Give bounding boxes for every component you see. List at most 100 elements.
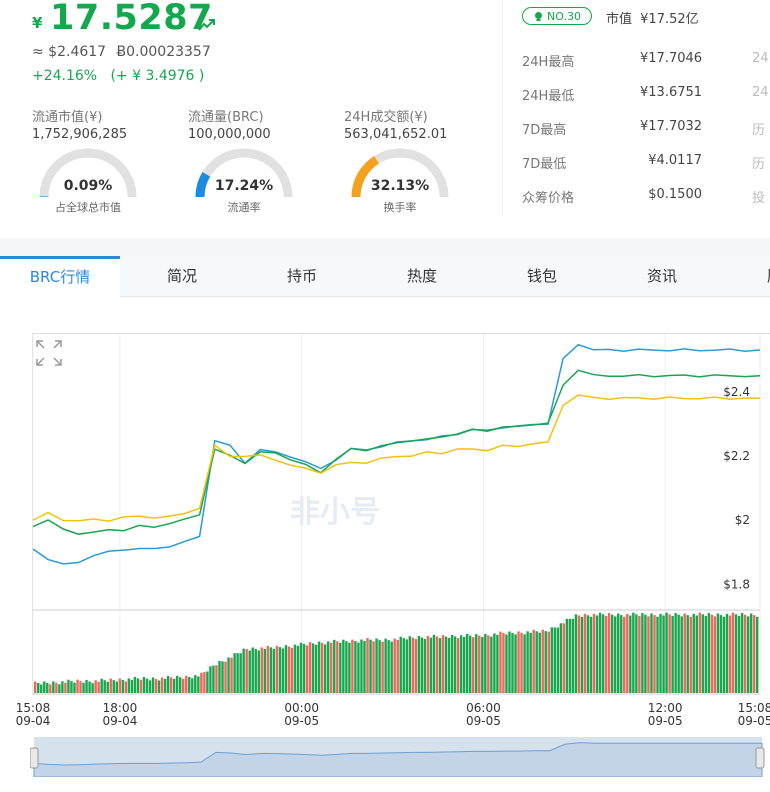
volume-bar	[677, 614, 680, 693]
volume-bar	[562, 623, 566, 693]
volume-bar	[263, 648, 267, 693]
volume-bar	[218, 661, 221, 693]
volume-bar	[67, 679, 70, 693]
volume-bar	[514, 634, 517, 693]
volume-bar	[695, 615, 698, 693]
volume-bar	[302, 644, 306, 693]
volume-bar	[647, 616, 650, 693]
expand-arrows-icon[interactable]	[36, 340, 62, 366]
volume-bar	[417, 636, 421, 693]
volume-bar	[405, 639, 408, 693]
volume-bar	[251, 647, 254, 693]
volume-bar	[725, 613, 729, 693]
volume-bar	[393, 638, 396, 693]
volume-bar	[441, 635, 445, 693]
volume-bar	[275, 645, 279, 693]
volume-bar	[151, 677, 155, 693]
volume-bar	[686, 615, 689, 693]
volume-bar	[245, 649, 248, 693]
volume-bar	[499, 631, 502, 693]
volume-bar	[390, 641, 393, 693]
navigator-left-handle[interactable]	[30, 747, 39, 769]
volume-bar	[357, 642, 360, 693]
volume-bar	[626, 613, 629, 693]
x-tick-time: 15:08	[738, 701, 770, 715]
volume-bar	[583, 613, 587, 693]
y-tick-label: $1.8	[723, 577, 750, 591]
volume-bar	[438, 638, 442, 693]
volume-bar	[200, 672, 203, 693]
volume-bar	[73, 682, 76, 693]
navigator-right-handle[interactable]	[755, 747, 765, 769]
volume-bar	[185, 675, 188, 693]
volume-bar	[40, 684, 43, 693]
price-line-series-1	[32, 343, 761, 565]
volume-bar	[124, 681, 128, 693]
volume-bar	[604, 615, 608, 693]
volume-bar	[327, 641, 330, 693]
volume-bar	[592, 613, 596, 693]
volume-bar	[617, 613, 620, 693]
x-tick-date: 09-05	[648, 714, 683, 728]
x-tick-time: 18:00	[103, 701, 138, 715]
range-navigator[interactable]	[30, 737, 770, 777]
volume-bar	[432, 634, 436, 693]
volume-bar	[166, 675, 170, 693]
volume-bar	[453, 636, 457, 693]
volume-bar	[680, 616, 683, 693]
volume-bar	[740, 613, 744, 693]
volume-bar	[752, 615, 756, 693]
volume-bar	[242, 648, 245, 693]
volume-bar	[716, 613, 720, 693]
volume-bar	[517, 631, 520, 693]
volume-bar	[293, 644, 297, 693]
x-tick-date: 09-05	[284, 714, 319, 728]
volume-bar	[704, 615, 708, 693]
volume-bar	[620, 615, 623, 693]
volume-bar	[484, 634, 487, 693]
volume-bar	[311, 643, 315, 693]
y-tick-label: $2.4	[723, 385, 750, 399]
volume-bar	[734, 614, 738, 693]
volume-bar	[629, 615, 632, 693]
volume-bar	[635, 614, 638, 693]
volume-bar	[656, 616, 659, 693]
volume-bar	[351, 639, 354, 693]
volume-bar	[37, 683, 40, 693]
volume-bar	[145, 678, 149, 693]
volume-bar	[662, 615, 665, 693]
volume-bar	[598, 612, 602, 693]
volume-bar	[257, 650, 260, 693]
x-tick-date: 09-05	[738, 714, 770, 728]
volume-bar	[345, 641, 348, 693]
price-chart: 非小号 $2.4$2.2$2$1.8 15:0809-0418:0009-040…	[16, 334, 770, 728]
volume-bar	[203, 672, 206, 693]
volume-bar	[103, 680, 106, 693]
volume-bar	[653, 615, 656, 693]
volume-bar	[586, 615, 590, 693]
volume-bar	[650, 613, 653, 693]
volume-bar	[623, 616, 626, 693]
volume-bar	[43, 681, 46, 693]
volume-bar	[574, 614, 578, 693]
volume-bar	[121, 680, 125, 693]
volume-bar	[414, 639, 418, 693]
volume-bar	[266, 645, 270, 693]
volume-bar	[236, 653, 239, 693]
volume-bar	[188, 677, 191, 693]
volume-bar	[399, 636, 402, 693]
volume-bar	[435, 636, 439, 693]
volume-bar	[387, 640, 390, 693]
volume-bar	[314, 644, 318, 693]
volume-bar	[547, 631, 550, 693]
y-tick-label: $2	[735, 513, 750, 527]
volume-bar	[481, 637, 484, 693]
volume-bar	[411, 637, 415, 693]
volume-bar	[148, 680, 152, 693]
volume-bar	[58, 684, 61, 693]
volume-bar	[197, 676, 200, 693]
price-line-series-2	[32, 369, 761, 535]
watermark: 非小号	[290, 495, 380, 530]
volume-bar	[577, 615, 581, 693]
volume-bar	[420, 637, 424, 693]
